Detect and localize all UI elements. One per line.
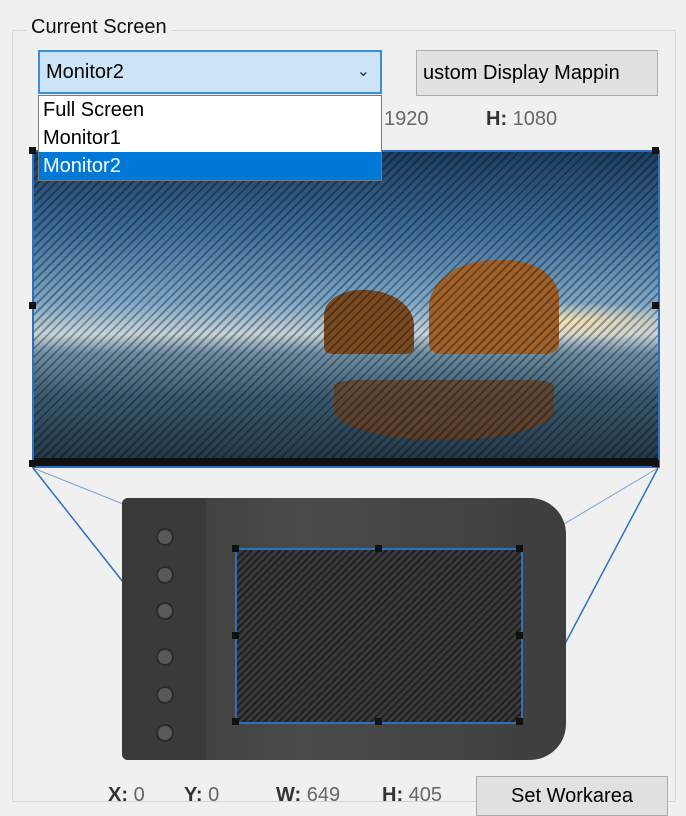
express-key-icon (156, 648, 174, 666)
work-area-handle-right[interactable] (516, 632, 523, 639)
option-full-screen[interactable]: Full Screen (39, 96, 381, 124)
work-area-handle-top-right[interactable] (516, 545, 523, 552)
work-area-handle-top[interactable] (375, 545, 382, 552)
option-monitor1[interactable]: Monitor1 (39, 124, 381, 152)
monitor-dropdown-list: Full Screen Monitor1 Monitor2 (38, 95, 382, 181)
tablet-work-area[interactable] (235, 548, 523, 724)
workarea-h-readout: H: 405 (382, 784, 443, 806)
work-area-handle-bottom[interactable] (375, 718, 382, 725)
workarea-x-readout: X: 0 (108, 784, 145, 806)
express-key-icon (156, 528, 174, 546)
set-workarea-button[interactable]: Set Workarea (476, 776, 668, 816)
work-area-handle-top-left[interactable] (232, 545, 239, 552)
express-key-icon (156, 686, 174, 704)
work-area-handle-bottom-right[interactable] (516, 718, 523, 725)
work-area-handle-bottom-left[interactable] (232, 718, 239, 725)
express-key-icon (156, 724, 174, 742)
express-key-icon (156, 566, 174, 584)
express-key-icon (156, 602, 174, 620)
workarea-y-readout: Y: 0 (184, 784, 220, 806)
option-monitor2[interactable]: Monitor2 (39, 152, 381, 180)
workarea-w-readout: W: 649 (276, 784, 341, 806)
work-area-handle-left[interactable] (232, 632, 239, 639)
